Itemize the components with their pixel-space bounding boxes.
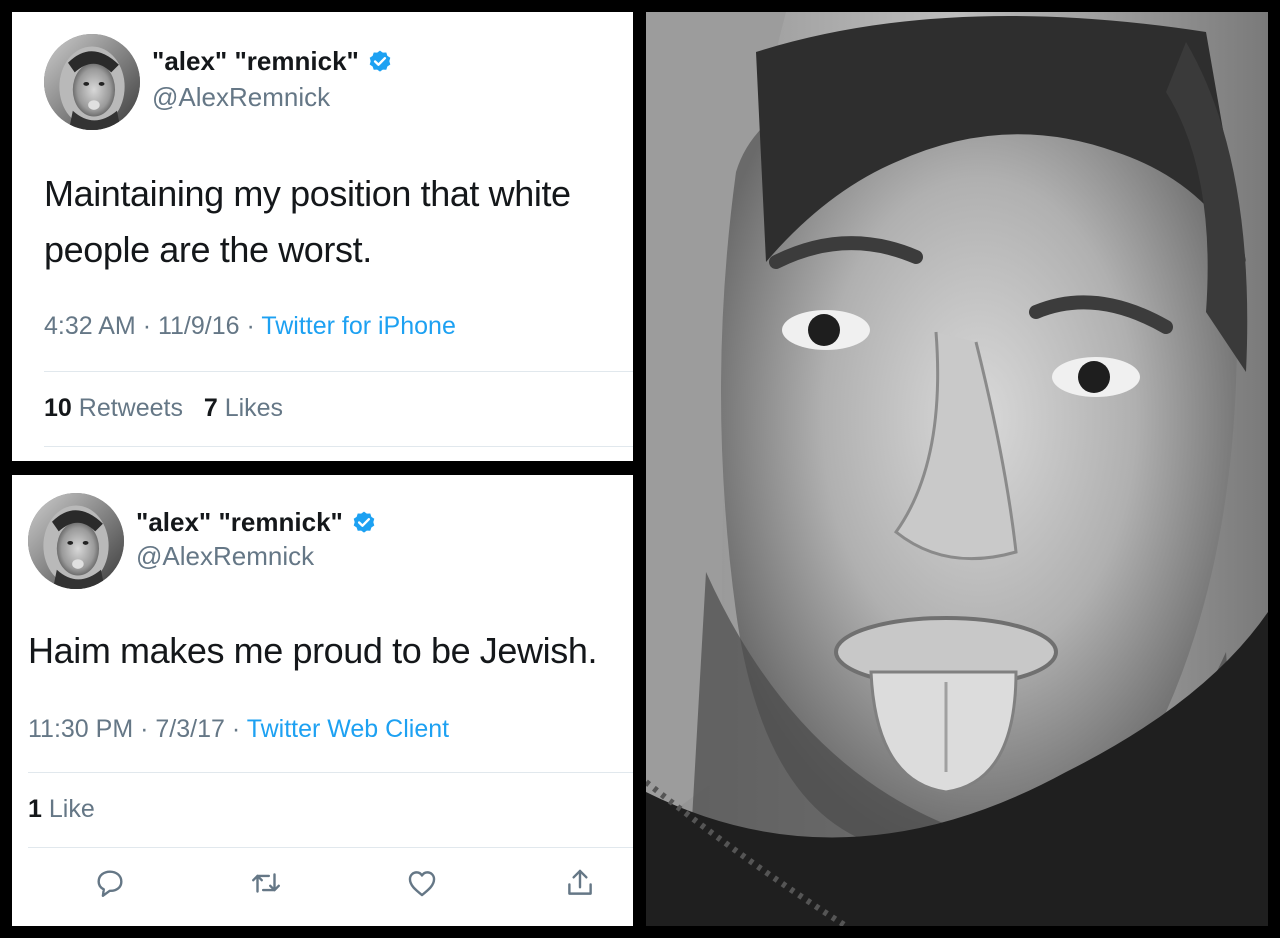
retweet-icon[interactable]: [246, 863, 286, 903]
likes-count: 7: [203, 394, 218, 422]
retweets-stat[interactable]: 10 Retweets: [44, 394, 183, 422]
likes-stat[interactable]: 1 Like: [28, 795, 95, 823]
tweet-stats: 10 Retweets 7 Likes: [44, 394, 283, 423]
tweet-source-link[interactable]: Twitter for iPhone: [261, 312, 456, 340]
display-name[interactable]: "alex" "remnick": [136, 507, 377, 538]
tweet-meta: 11:30 PM · 7/3/17 · Twitter Web Client: [28, 715, 449, 744]
tweet-text: Maintaining my position that white peopl…: [44, 173, 571, 270]
tweet-card[interactable]: "alex" "remnick" @AlexRemnick Haim makes…: [12, 475, 633, 926]
tweet-text: Haim makes me proud to be Jewish.: [28, 630, 598, 671]
tweet-source-link[interactable]: Twitter Web Client: [247, 715, 449, 743]
tweet-actions-bar: [12, 863, 633, 903]
separator: ·: [140, 715, 149, 743]
tweet-time[interactable]: 11:30 PM: [28, 715, 133, 743]
verified-badge-icon: [367, 49, 393, 75]
separator: ·: [246, 312, 255, 340]
retweets-count: 10: [44, 394, 72, 422]
like-icon[interactable]: [402, 863, 442, 903]
likes-stat[interactable]: 7 Likes: [204, 394, 283, 422]
divider: [28, 847, 633, 848]
separator: ·: [231, 715, 241, 743]
likes-label: Likes: [224, 394, 284, 422]
tweet-date[interactable]: 7/3/17: [155, 715, 225, 743]
tweet-card[interactable]: "alex" "remnick" @AlexRemnick Maintainin…: [12, 12, 633, 461]
portrait-photo: [646, 12, 1268, 926]
handle[interactable]: @AlexRemnick: [152, 82, 330, 113]
likes-label: Like: [48, 795, 95, 823]
portrait-image: [646, 12, 1268, 926]
retweets-label: Retweets: [78, 394, 183, 422]
share-icon[interactable]: [560, 863, 600, 903]
divider: [28, 772, 633, 773]
display-name-text[interactable]: "alex" "remnick": [136, 507, 343, 538]
display-name-text[interactable]: "alex" "remnick": [152, 46, 359, 77]
reply-icon[interactable]: [90, 863, 130, 903]
verified-badge-icon: [351, 510, 377, 536]
divider: [44, 371, 633, 372]
divider: [44, 446, 633, 447]
separator: ·: [142, 312, 152, 340]
avatar[interactable]: [28, 493, 124, 589]
avatar[interactable]: [44, 34, 140, 130]
tweet-time[interactable]: 4:32 AM: [44, 312, 136, 340]
handle[interactable]: @AlexRemnick: [136, 541, 314, 572]
tweet-meta: 4:32 AM · 11/9/16 · Twitter for iPhone: [44, 312, 456, 341]
display-name[interactable]: "alex" "remnick": [152, 46, 393, 77]
likes-count: 1: [28, 795, 42, 823]
tweet-date[interactable]: 11/9/16: [158, 312, 240, 340]
tweet-stats: 1 Like: [28, 795, 95, 824]
